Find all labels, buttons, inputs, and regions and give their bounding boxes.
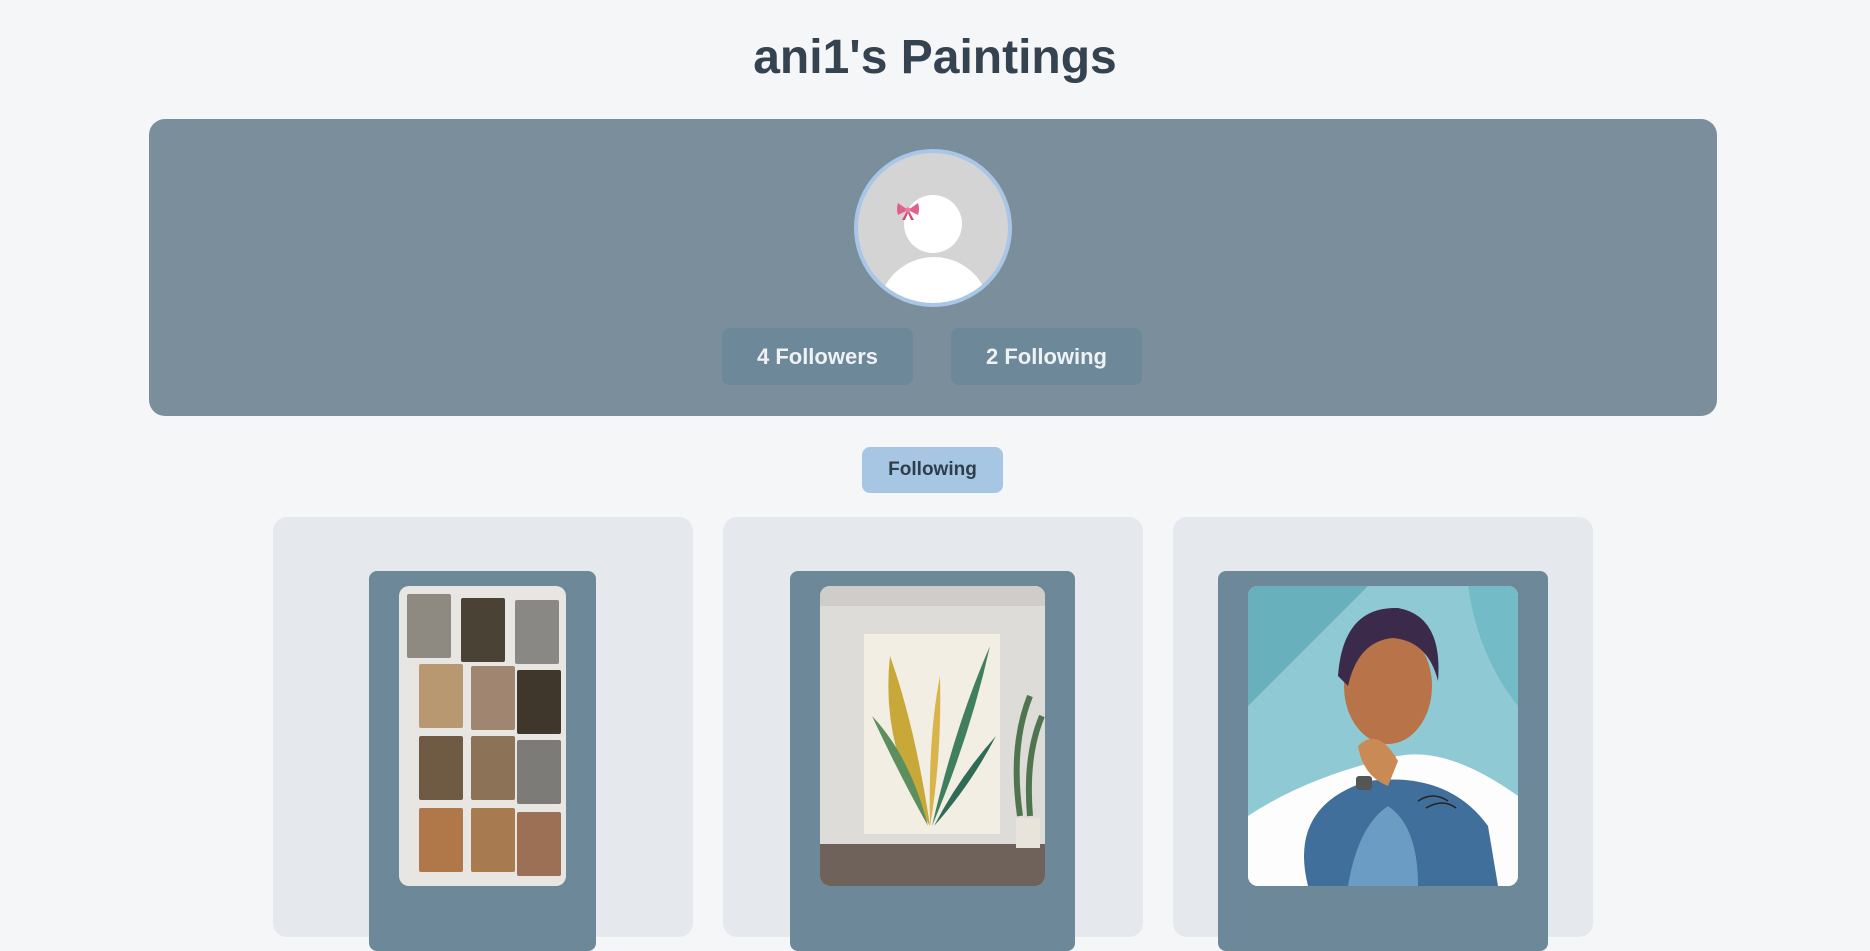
man-portrait-painting-image[interactable] — [1248, 586, 1518, 886]
painting-frame — [790, 571, 1075, 951]
followers-button[interactable]: 4 Followers — [722, 328, 913, 385]
avatar[interactable] — [854, 149, 1012, 307]
painting-card[interactable] — [1173, 517, 1593, 951]
textured-tiles-artwork-image[interactable] — [399, 586, 566, 886]
painting-frame — [369, 571, 596, 951]
painting-frame — [1218, 571, 1548, 951]
following-toggle-button[interactable]: Following — [862, 447, 1003, 493]
profile-panel: 4 Followers 2 Following — [149, 119, 1717, 416]
bow-icon — [897, 203, 919, 220]
page-title: ani1's Paintings — [753, 31, 1117, 84]
painting-card[interactable] — [273, 517, 693, 951]
painting-card[interactable] — [723, 517, 1143, 951]
following-count-button[interactable]: 2 Following — [951, 328, 1142, 385]
banana-leaf-canvas-image[interactable] — [820, 586, 1045, 886]
avatar-body-shape — [878, 257, 990, 303]
